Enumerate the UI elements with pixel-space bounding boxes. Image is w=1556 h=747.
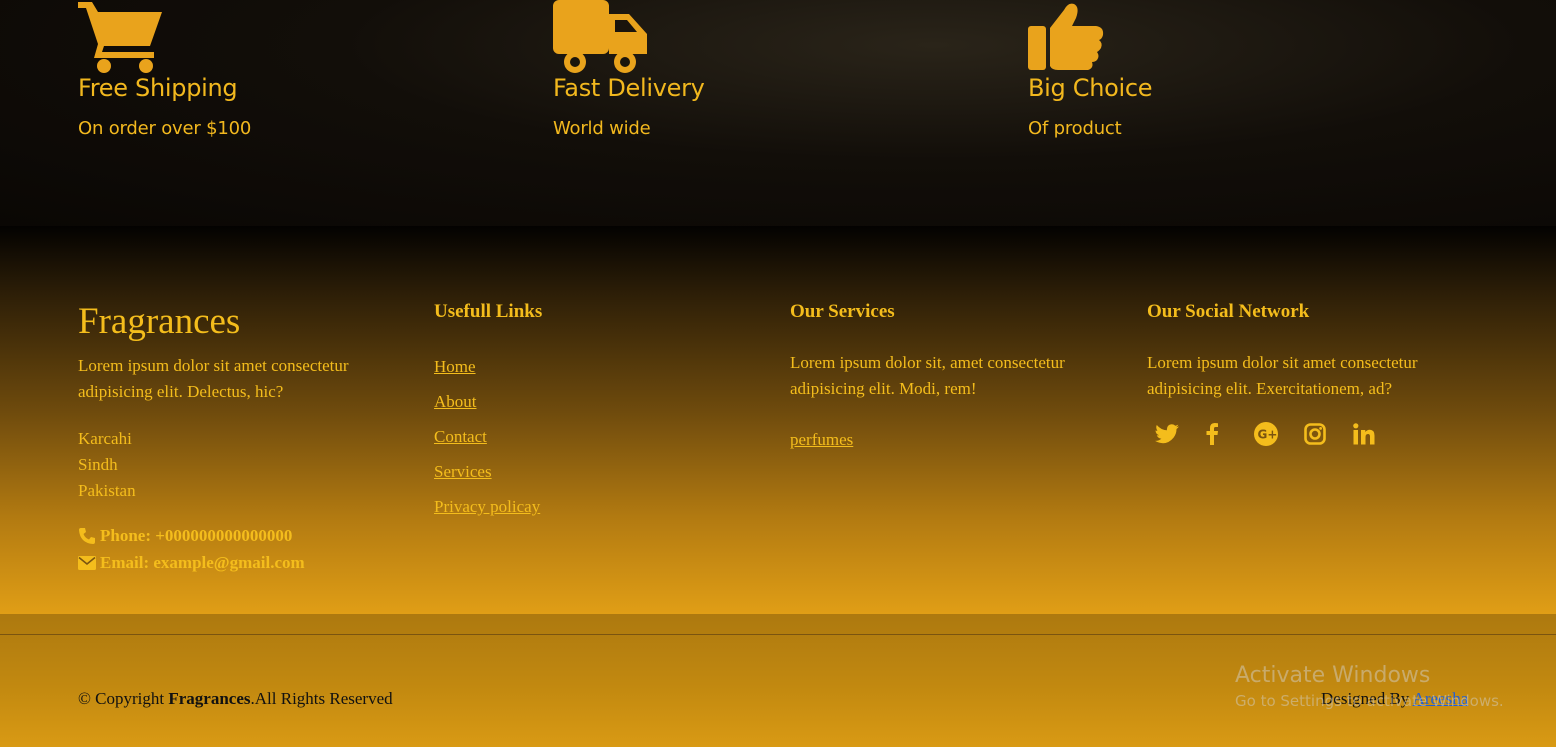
feature-title: Fast Delivery	[553, 74, 705, 102]
activate-windows-watermark: Activate Windows Go to Settings to activ…	[1235, 662, 1504, 712]
useful-links-heading: Usefull Links	[434, 301, 543, 322]
thumbs-up-icon	[1028, 3, 1104, 70]
feature-subtitle: Of product	[1028, 118, 1122, 139]
email-text: Email: example@gmail.com	[100, 553, 305, 572]
linkedin-icon[interactable]	[1353, 419, 1403, 449]
services-link-perfumes[interactable]: perfumes	[790, 430, 853, 450]
feature-free-shipping: Free Shipping On order over $100	[78, 0, 251, 139]
divider	[0, 634, 1556, 635]
copyright-text: © Copyright Fragrances.All Rights Reserv…	[78, 689, 393, 709]
footer-brand-description: Lorem ipsum dolor sit amet consectetur a…	[78, 356, 349, 401]
footer-link-services[interactable]: Services	[434, 462, 492, 482]
envelope-icon	[78, 556, 96, 570]
footer-link-home[interactable]: Home	[434, 357, 476, 377]
feature-subtitle: World wide	[553, 118, 651, 139]
svg-text:G+: G+	[1258, 428, 1278, 442]
footer-email: Email: example@gmail.com	[78, 553, 305, 573]
twitter-icon[interactable]	[1155, 419, 1205, 449]
features-band: Free Shipping On order over $100 Fast De…	[0, 0, 1556, 226]
phone-icon	[79, 528, 95, 544]
services-description: Lorem ipsum dolor sit, amet consectetur …	[790, 353, 1065, 398]
copyright-brand: Fragrances	[168, 689, 251, 708]
activate-windows-subtitle: Go to Settings to activate Windows.	[1235, 692, 1504, 710]
footer-phone: Phone: +000000000000000	[78, 526, 292, 546]
footer-link-about[interactable]: About	[434, 392, 477, 412]
footer-brand-name: Fragrances	[78, 301, 241, 342]
social-network-heading: Our Social Network	[1147, 301, 1310, 322]
instagram-icon[interactable]	[1303, 419, 1354, 449]
our-services-heading: Our Services	[790, 301, 895, 322]
copyright-suffix: .All Rights Reserved	[250, 689, 393, 708]
feature-subtitle: On order over $100	[78, 118, 252, 139]
feature-title: Free Shipping	[78, 74, 238, 102]
google-plus-icon[interactable]: G+	[1254, 419, 1304, 449]
truck-icon	[553, 0, 647, 73]
address-province: Sindh	[78, 455, 118, 474]
social-description: Lorem ipsum dolor sit amet consectetur a…	[1147, 353, 1418, 398]
footer-link-contact[interactable]: Contact	[434, 427, 487, 447]
social-icons: G+	[1155, 419, 1403, 449]
feature-big-choice: Big Choice Of product	[1028, 0, 1153, 139]
shopping-cart-icon	[78, 2, 162, 73]
footer-link-privacy-policy[interactable]: Privacy policay	[434, 497, 540, 517]
facebook-icon[interactable]	[1205, 419, 1255, 449]
activate-windows-title: Activate Windows	[1235, 663, 1431, 688]
phone-text: Phone: +000000000000000	[100, 526, 293, 545]
footer-address: Karcahi Sindh Pakistan	[78, 426, 136, 504]
copyright-prefix: © Copyright	[78, 689, 169, 708]
footer: Fragrances Lorem ipsum dolor sit amet co…	[0, 226, 1556, 614]
feature-title: Big Choice	[1028, 74, 1153, 102]
address-city: Karcahi	[78, 429, 132, 448]
feature-fast-delivery: Fast Delivery World wide	[553, 0, 705, 139]
address-country: Pakistan	[78, 481, 136, 500]
